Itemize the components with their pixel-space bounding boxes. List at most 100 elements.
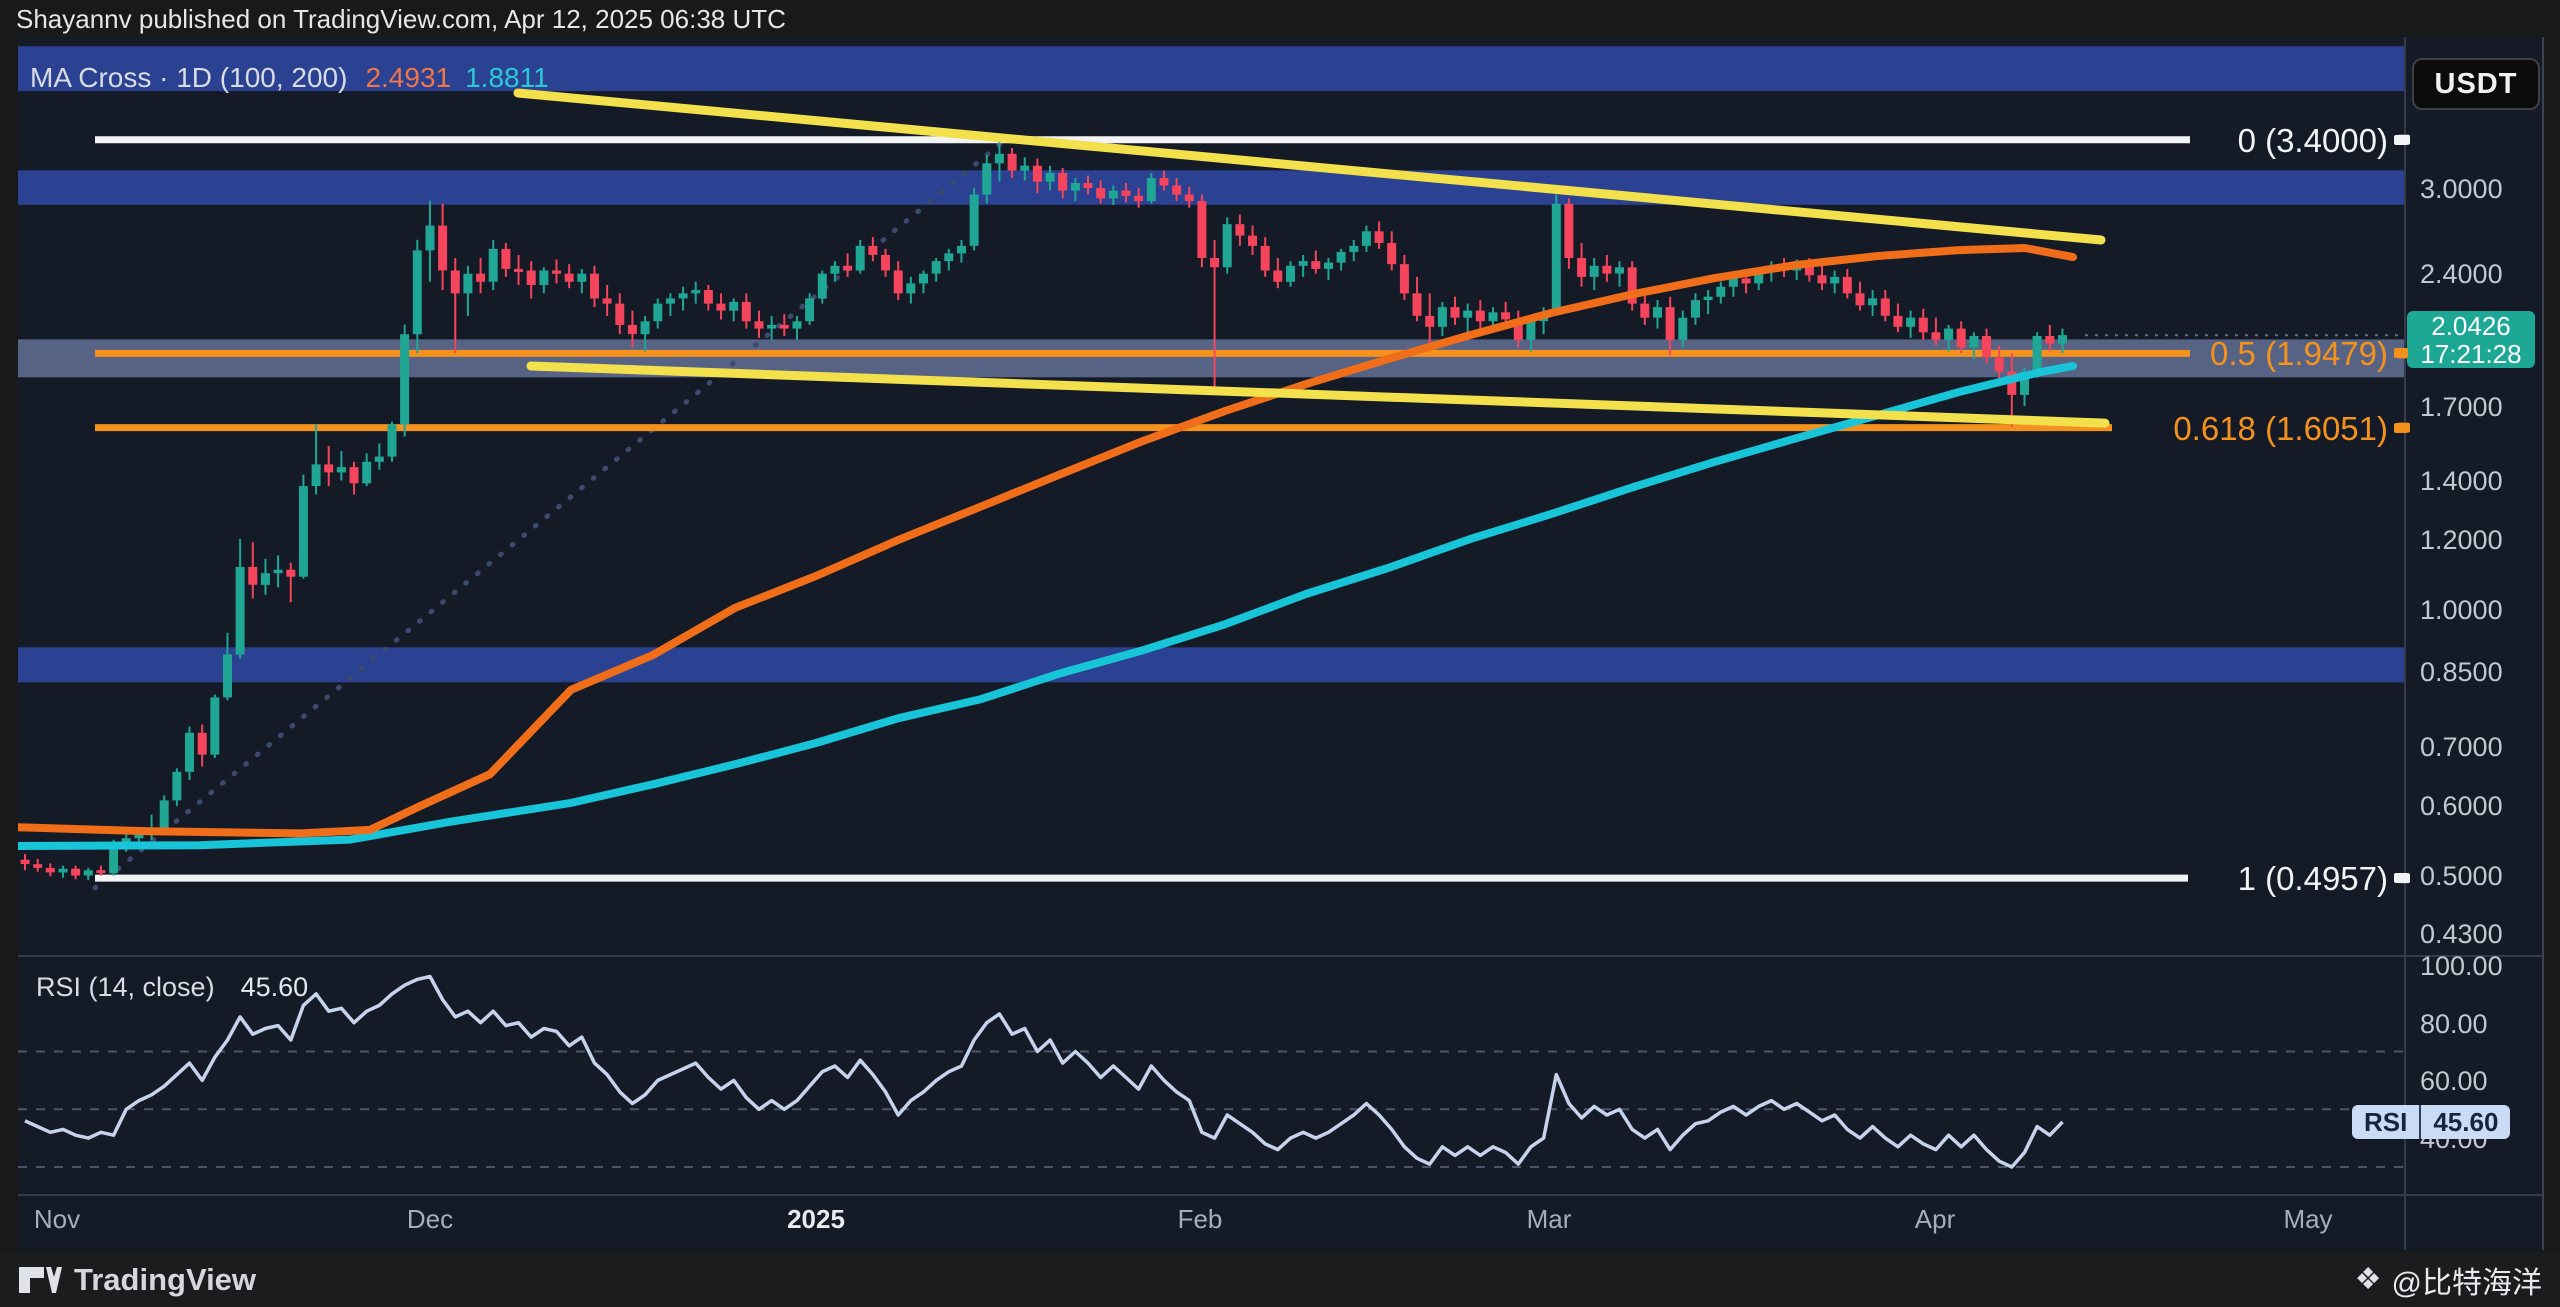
ma100-line bbox=[18, 248, 2073, 833]
candle bbox=[1071, 183, 1080, 191]
price-tick: 0.5000 bbox=[2420, 861, 2503, 892]
candle bbox=[717, 304, 726, 311]
rsi-tick: 60.00 bbox=[2420, 1066, 2488, 1097]
candle bbox=[1868, 298, 1877, 305]
rsi-tick: 100.00 bbox=[2420, 951, 2503, 982]
price-tick: 0.8500 bbox=[2420, 657, 2503, 688]
candle bbox=[1400, 264, 1409, 293]
candle bbox=[46, 868, 55, 873]
candle bbox=[577, 274, 586, 282]
candle bbox=[1843, 277, 1852, 294]
fib-end-marker[interactable] bbox=[2394, 873, 2408, 883]
rsi-panel-graphics bbox=[18, 977, 2405, 1168]
candle bbox=[1881, 298, 1890, 315]
candle bbox=[1818, 275, 1827, 283]
panel-separators bbox=[18, 37, 2542, 1250]
fib-end-marker[interactable] bbox=[2394, 423, 2408, 433]
candle bbox=[818, 274, 827, 299]
time-tick: Feb bbox=[1178, 1204, 1223, 1235]
candle bbox=[1526, 321, 1535, 340]
candle bbox=[1476, 311, 1485, 322]
candle bbox=[59, 869, 68, 873]
candle bbox=[1995, 357, 2004, 371]
candle bbox=[805, 298, 814, 321]
candle bbox=[1931, 332, 1940, 340]
candle bbox=[172, 772, 181, 801]
candle bbox=[1919, 318, 1928, 333]
candle bbox=[755, 321, 764, 328]
candle bbox=[1311, 261, 1320, 269]
candle bbox=[1337, 252, 1346, 263]
candle bbox=[413, 250, 422, 334]
price-tick: 0.7000 bbox=[2420, 732, 2503, 763]
rsi-legend[interactable]: RSI (14, close)45.60 bbox=[36, 972, 308, 1003]
candle bbox=[957, 246, 966, 254]
price-tick: 1.4000 bbox=[2420, 466, 2503, 497]
candle bbox=[248, 567, 257, 585]
fib-label-fib-0.5[interactable]: 0.5 (1.9479) bbox=[2210, 335, 2388, 373]
candle bbox=[84, 870, 93, 875]
candle bbox=[1957, 329, 1966, 348]
candle bbox=[1742, 279, 1751, 284]
candle bbox=[1185, 195, 1194, 202]
candle bbox=[1134, 196, 1143, 201]
candle bbox=[767, 325, 776, 329]
fib-end-marker[interactable] bbox=[2394, 135, 2408, 145]
candle bbox=[1096, 188, 1105, 198]
candle bbox=[1856, 293, 1865, 305]
candle bbox=[1640, 304, 1649, 318]
tradingview-brand[interactable]: TradingView bbox=[18, 1262, 256, 1298]
fib-end-marker[interactable] bbox=[2394, 348, 2408, 358]
candle bbox=[1602, 266, 1611, 274]
candle bbox=[1501, 312, 1510, 319]
candle bbox=[894, 271, 903, 294]
candle bbox=[299, 486, 308, 577]
candle bbox=[830, 266, 839, 274]
price-tick: 1.7000 bbox=[2420, 392, 2503, 423]
candle bbox=[970, 195, 979, 246]
candle bbox=[995, 154, 1004, 164]
ma100-value: 2.4931 bbox=[365, 62, 451, 93]
candle bbox=[1223, 224, 1232, 267]
candle bbox=[944, 253, 953, 261]
brand-name: TradingView bbox=[74, 1262, 256, 1298]
candle bbox=[982, 163, 991, 194]
fib-label-fib-1[interactable]: 1 (0.4957) bbox=[2238, 860, 2388, 898]
candle bbox=[350, 467, 359, 483]
candle bbox=[1299, 261, 1308, 266]
candle bbox=[400, 334, 409, 424]
candle bbox=[337, 467, 346, 472]
candle bbox=[1147, 178, 1156, 201]
candle bbox=[71, 869, 80, 876]
rsi-tick: 80.00 bbox=[2420, 1009, 2488, 1040]
candle bbox=[1691, 300, 1700, 318]
candle bbox=[1058, 173, 1067, 191]
candle bbox=[603, 298, 612, 303]
candle bbox=[1729, 279, 1738, 287]
candle bbox=[426, 226, 435, 251]
candle bbox=[236, 567, 245, 655]
price-tick: 0.4300 bbox=[2420, 919, 2503, 950]
time-tick: May bbox=[2283, 1204, 2332, 1235]
fib-label-fib-0[interactable]: 0 (3.4000) bbox=[2238, 122, 2388, 160]
candle bbox=[1653, 307, 1662, 318]
candle bbox=[615, 304, 624, 325]
candle bbox=[1109, 191, 1118, 199]
candle bbox=[868, 246, 877, 255]
candle bbox=[1577, 258, 1586, 277]
candle bbox=[1387, 243, 1396, 264]
candle bbox=[1349, 246, 1358, 252]
price-tick: 2.4000 bbox=[2420, 259, 2503, 290]
candle bbox=[1286, 266, 1295, 282]
ma200-line bbox=[18, 366, 2073, 846]
quote-currency-button[interactable]: USDT bbox=[2412, 58, 2540, 110]
footer-bar: TradingView ❖ @比特海洋 bbox=[0, 1252, 2560, 1307]
price-tick: 0.6000 bbox=[2420, 791, 2503, 822]
candle bbox=[1893, 316, 1902, 327]
candle bbox=[1008, 154, 1017, 171]
fib-retracement-lines[interactable] bbox=[95, 140, 2190, 878]
candle bbox=[198, 733, 207, 755]
fib-label-fib-0.618[interactable]: 0.618 (1.6051) bbox=[2173, 410, 2388, 448]
time-tick: 2025 bbox=[787, 1204, 845, 1235]
indicator-legend[interactable]: MA Cross · 1D (100, 200)2.49311.8811 bbox=[30, 62, 549, 94]
